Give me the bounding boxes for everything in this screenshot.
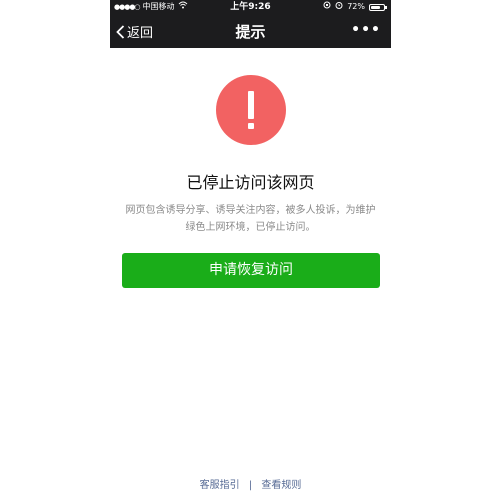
- top-bar: ●●●●○ 中国移动 上午9:26 72% 返回 提示 •••: [110, 0, 391, 48]
- battery-icon: [369, 3, 387, 11]
- customer-service-guide-link[interactable]: 客服指引: [200, 480, 240, 491]
- status-right: 72%: [323, 0, 387, 14]
- view-rules-link[interactable]: 查看规则: [261, 480, 301, 491]
- request-restore-button[interactable]: 申请恢复访问: [122, 253, 380, 288]
- exclamation-bar: [248, 91, 254, 119]
- more-options-icon[interactable]: •••: [351, 22, 381, 38]
- warning-icon: [216, 75, 286, 145]
- footer-links: 客服指引 | 查看规则: [110, 476, 391, 491]
- battery-level-fill: [371, 5, 380, 9]
- blocked-description: 网页包含诱导分享、诱导关注内容，被多人投诉，为维护绿色上网环境，已停止访问。: [125, 205, 376, 233]
- nav-bar: 返回 提示 •••: [110, 14, 391, 48]
- phone-screen: ●●●●○ 中国移动 上午9:26 72% 返回 提示 ••• 已停止访问该网页…: [110, 0, 391, 500]
- status-bar: ●●●●○ 中国移动 上午9:26 72%: [110, 0, 391, 14]
- screenshot-stage: ●●●●○ 中国移动 上午9:26 72% 返回 提示 ••• 已停止访问该网页…: [0, 0, 500, 500]
- battery-percent: 72%: [347, 2, 365, 11]
- page-title: 提示: [235, 23, 266, 41]
- exclamation-dot: [248, 123, 254, 129]
- blocked-headline: 已停止访问该网页: [186, 173, 315, 192]
- footer-separator: |: [248, 480, 253, 491]
- alarm-icon: [335, 0, 343, 14]
- orientation-lock-icon: [323, 0, 331, 14]
